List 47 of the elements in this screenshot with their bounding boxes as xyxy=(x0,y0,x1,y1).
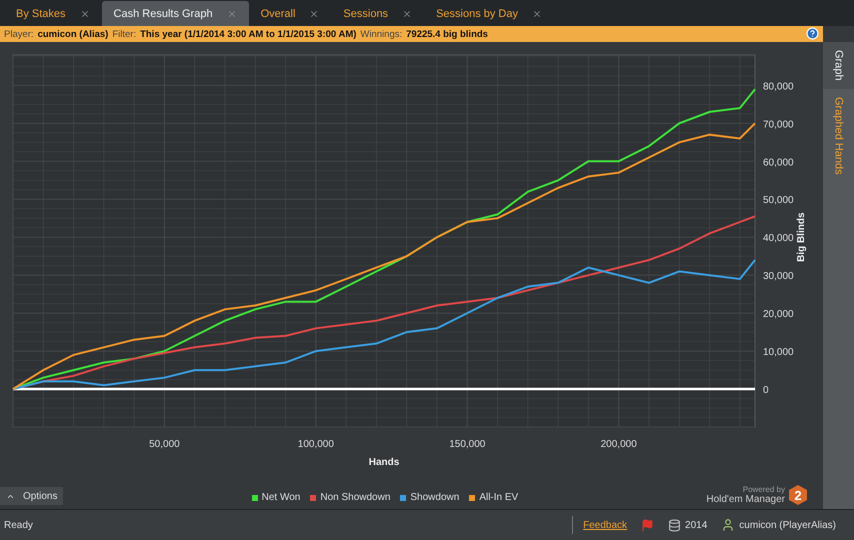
info-label: Player: xyxy=(4,28,34,40)
y-axis-title: Big Blinds xyxy=(796,212,807,262)
logo-badge: 2 xyxy=(788,485,807,505)
legend-item: Non Showdown xyxy=(310,492,390,503)
y-tick-label: 10,000 xyxy=(763,347,794,358)
info-value: cumicon (Alias) xyxy=(38,28,108,40)
x-tick-label: 50,000 xyxy=(149,439,180,450)
tab[interactable]: Sessions xyxy=(331,1,424,26)
legend-item: Net Won xyxy=(252,492,300,503)
y-tick-label: 40,000 xyxy=(763,233,794,244)
y-tick-label: 70,000 xyxy=(763,119,794,130)
flag-icon[interactable] xyxy=(641,518,654,532)
tab[interactable]: Sessions by Day xyxy=(424,1,554,26)
user-name: cumicon (PlayerAlias) xyxy=(739,520,836,530)
y-tick-label: 30,000 xyxy=(763,271,794,282)
y-tick-label: 50,000 xyxy=(763,195,794,206)
legend-item: Showdown xyxy=(400,492,460,503)
x-tick-label: 200,000 xyxy=(600,439,637,450)
y-tick-label: 0 xyxy=(763,385,769,396)
tab[interactable]: Cash Results Graph xyxy=(102,1,249,26)
close-icon[interactable] xyxy=(309,8,320,18)
x-axis-title: Hands xyxy=(368,457,400,468)
x-tick-label: 150,000 xyxy=(449,439,486,450)
user-icon[interactable] xyxy=(721,518,736,532)
info-value: 79225.4 big blinds xyxy=(406,28,488,40)
tab[interactable]: By Stakes xyxy=(4,1,102,26)
side-tab[interactable]: Graph xyxy=(823,42,854,89)
y-tick-label: 80,000 xyxy=(763,81,794,92)
legend-item: All-In EV xyxy=(469,492,518,503)
year-text: 2014 xyxy=(685,520,708,530)
product-name: Hold'em Manager xyxy=(706,494,785,505)
database-icon[interactable] xyxy=(668,518,682,532)
close-icon[interactable] xyxy=(80,8,90,18)
options-button[interactable]: Options xyxy=(0,487,64,505)
info-label: Winnings: xyxy=(360,28,402,40)
tab[interactable]: Overall xyxy=(248,1,332,26)
y-tick-label: 20,000 xyxy=(763,309,794,320)
close-icon[interactable] xyxy=(402,8,412,18)
close-icon[interactable] xyxy=(532,8,542,18)
feedback-link[interactable]: Feedback xyxy=(583,520,628,530)
info-label: Filter: xyxy=(112,28,136,40)
help-icon[interactable] xyxy=(806,27,819,40)
status-text: Ready xyxy=(4,520,33,530)
x-tick-label: 100,000 xyxy=(298,439,334,450)
info-value: This year (1/1/2014 3:00 AM to 1/1/2015 3:00 AM) xyxy=(140,28,356,40)
y-tick-label: 60,000 xyxy=(763,157,794,168)
powered-by-text: Powered by xyxy=(742,485,785,494)
